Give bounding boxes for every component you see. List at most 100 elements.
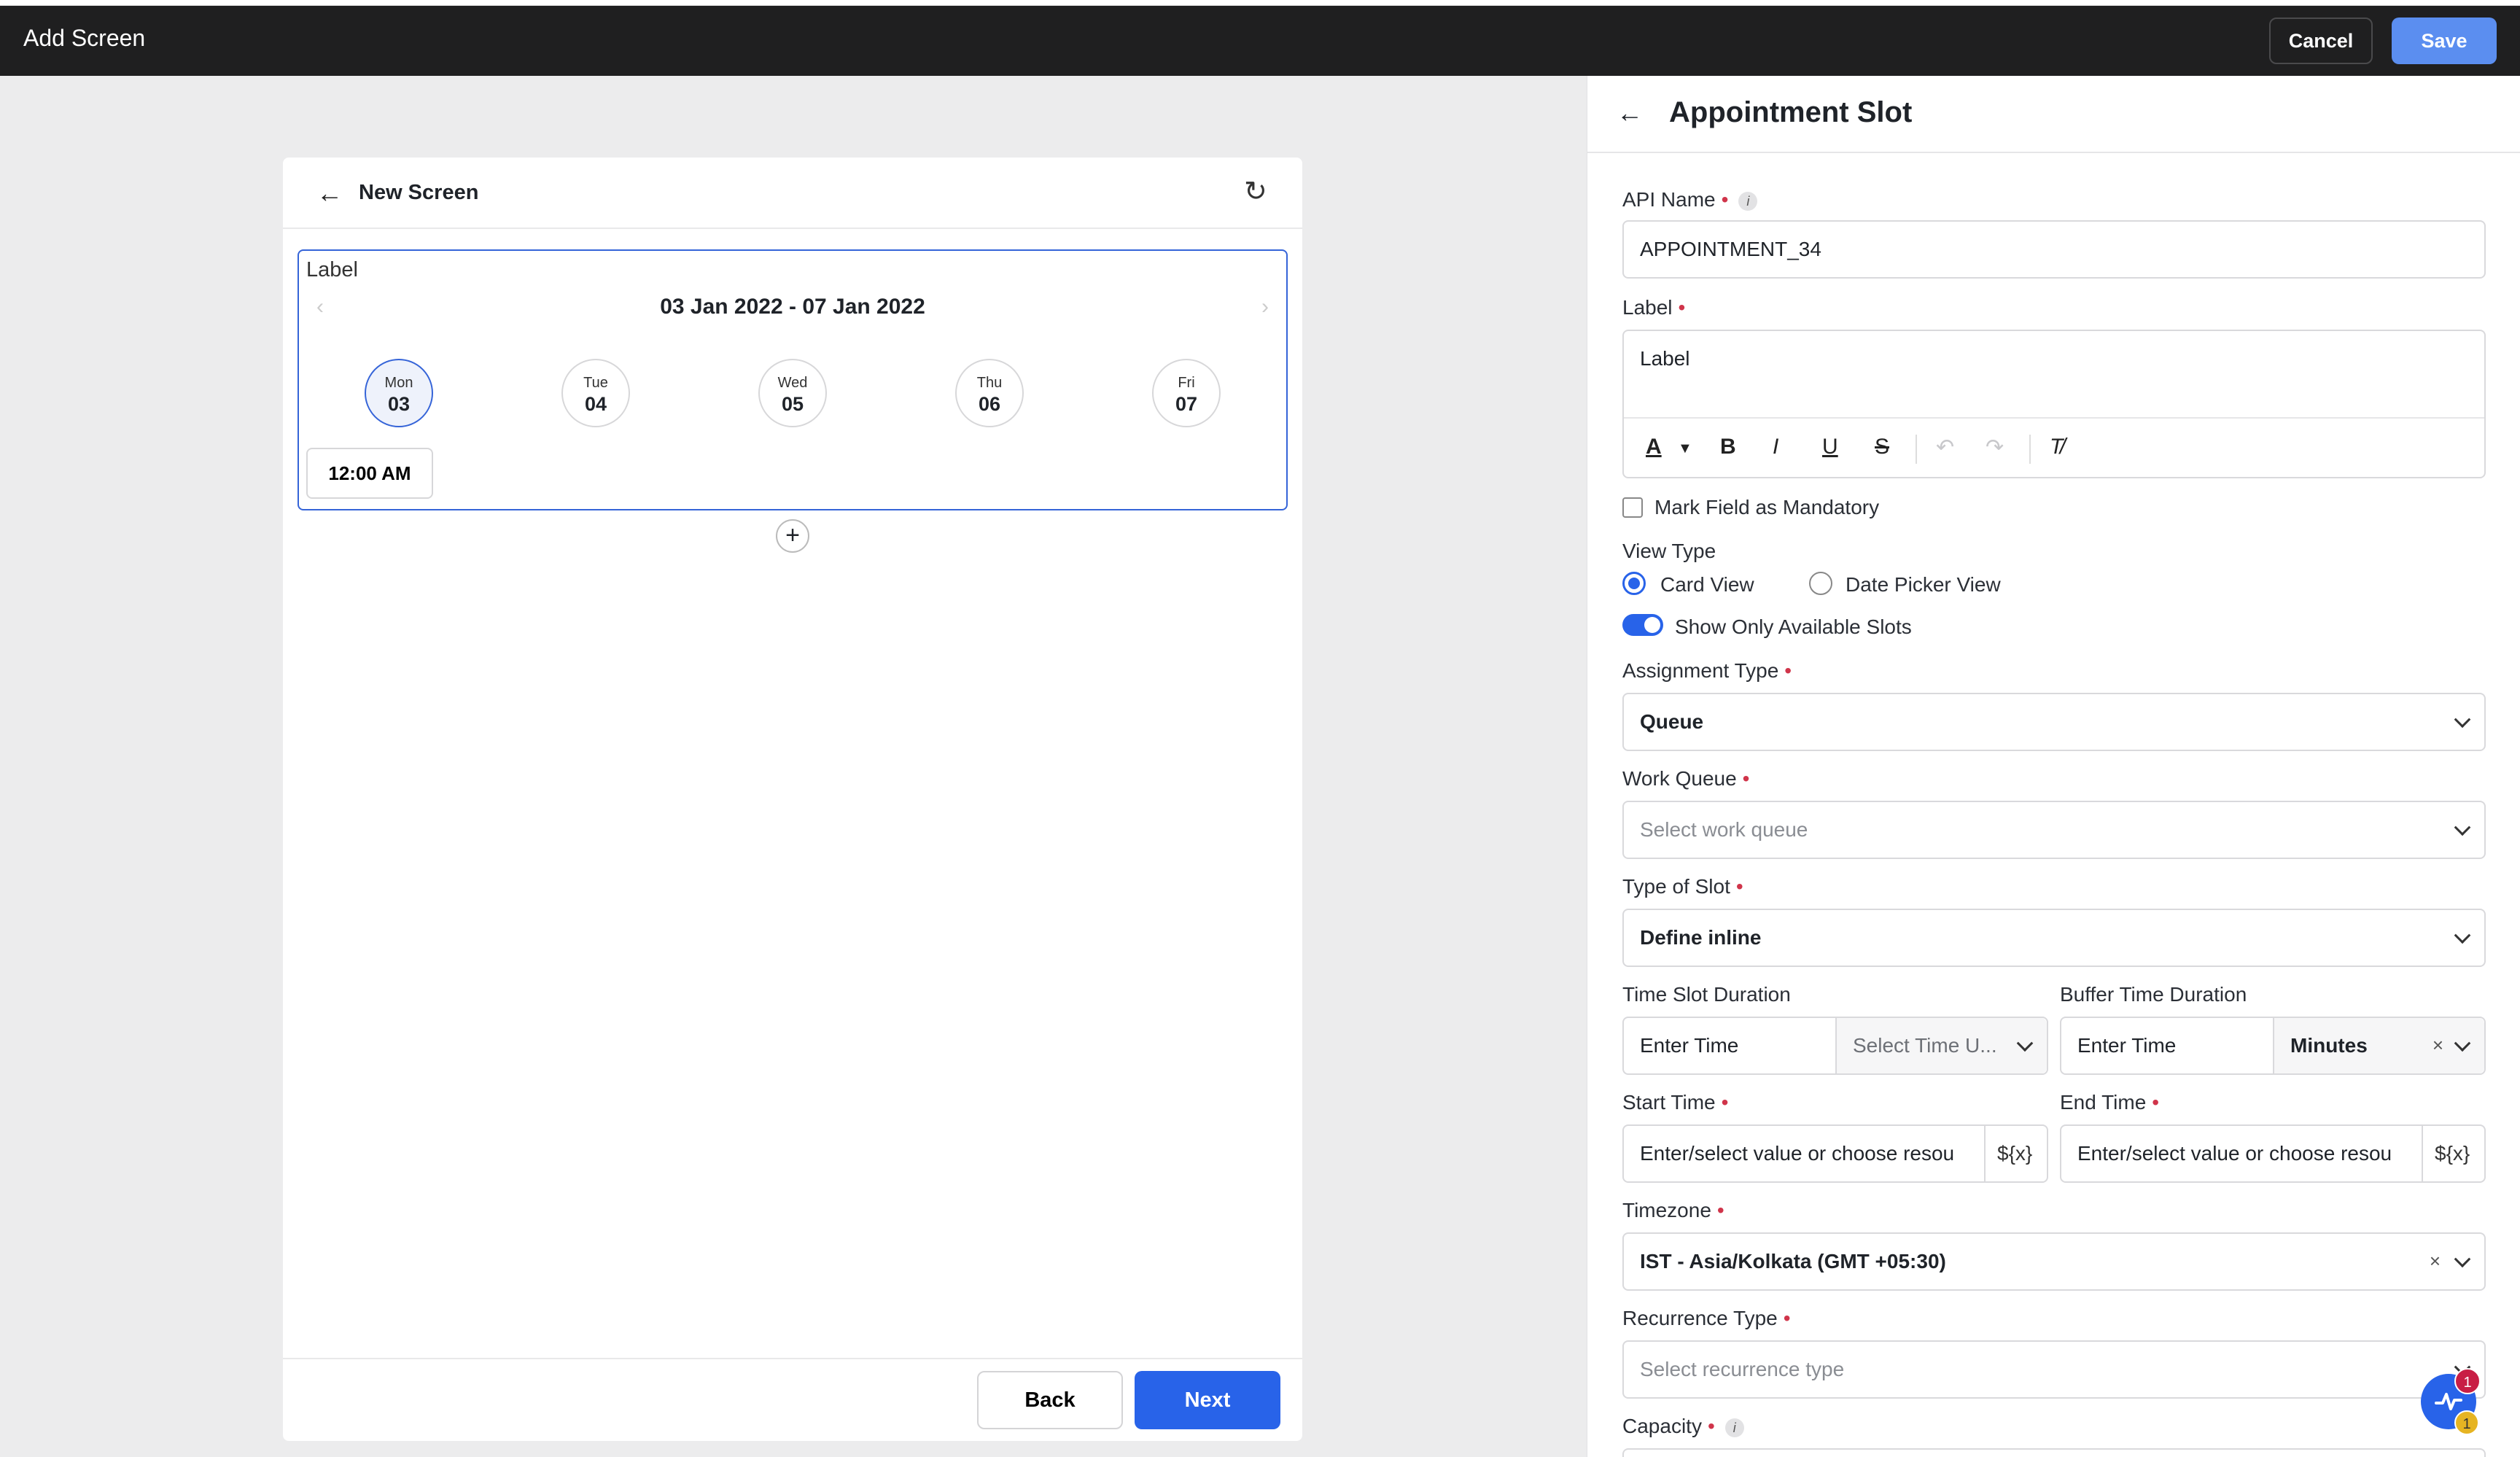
day-name: Wed bbox=[777, 375, 808, 391]
screen-preview-card: ← New Screen ↻ Label ‹ 03 Jan 2022 - 07 … bbox=[283, 158, 1302, 1441]
recurrence-type-label-text: Recurrence Type bbox=[1622, 1307, 1778, 1329]
work-queue-label: Work Queue • bbox=[1622, 767, 1749, 790]
buffer-time-duration-group: Enter Time Minutes × bbox=[2060, 1017, 2486, 1075]
start-time-variable-button[interactable]: ${x} bbox=[1986, 1126, 2047, 1181]
clear-icon[interactable]: × bbox=[2432, 1034, 2443, 1057]
editor-toolbar: A ▼ B I U S ↶ ↷ T̸ bbox=[1624, 417, 2484, 478]
buffer-time-duration-label: Buffer Time Duration bbox=[2060, 983, 2247, 1006]
day-tue[interactable]: Tue 04 bbox=[561, 359, 630, 427]
time-slot-unit-select[interactable]: Select Time U... bbox=[1837, 1018, 2047, 1073]
time-slot-button[interactable]: 12:00 AM bbox=[306, 448, 433, 499]
timezone-label-text: Timezone bbox=[1622, 1199, 1711, 1221]
chevron-down-icon bbox=[2454, 819, 2471, 836]
refresh-icon[interactable]: ↻ bbox=[1244, 175, 1267, 208]
show-available-toggle[interactable] bbox=[1622, 614, 1663, 636]
required-marker: • bbox=[1742, 767, 1750, 790]
label-editor-value: Label bbox=[1640, 347, 1690, 370]
work-queue-label-text: Work Queue bbox=[1622, 767, 1737, 790]
italic-icon[interactable]: I bbox=[1773, 435, 1778, 459]
start-time-input[interactable]: Enter/select value or choose resou bbox=[1624, 1126, 1984, 1181]
back-arrow-icon[interactable]: ← bbox=[1617, 98, 1643, 128]
end-time-label: End Time • bbox=[2060, 1091, 2159, 1114]
card-view-radio[interactable] bbox=[1622, 572, 1646, 595]
time-slot-duration-label: Time Slot Duration bbox=[1622, 983, 1791, 1006]
start-time-placeholder: Enter/select value or choose resou bbox=[1640, 1142, 1955, 1165]
day-fri[interactable]: Fri 07 bbox=[1152, 359, 1221, 427]
type-of-slot-select[interactable]: Define inline bbox=[1622, 909, 2486, 967]
day-thu[interactable]: Thu 06 bbox=[955, 359, 1024, 427]
api-name-value: APPOINTMENT_34 bbox=[1640, 238, 1821, 260]
api-name-input[interactable]: APPOINTMENT_34 bbox=[1622, 220, 2486, 279]
footer-divider bbox=[283, 1358, 1302, 1359]
type-of-slot-label: Type of Slot • bbox=[1622, 875, 1743, 898]
date-picker-view-radio[interactable] bbox=[1809, 572, 1832, 595]
undo-icon[interactable]: ↶ bbox=[1936, 435, 1954, 460]
underline-icon[interactable]: U bbox=[1822, 435, 1838, 459]
work-queue-select[interactable]: Select work queue bbox=[1622, 801, 2486, 859]
day-name: Mon bbox=[384, 375, 413, 391]
required-marker: • bbox=[1735, 875, 1743, 898]
panel-title: Appointment Slot bbox=[1669, 96, 1913, 128]
chevron-right-icon[interactable]: › bbox=[1261, 295, 1269, 319]
page-title: Add Screen bbox=[23, 25, 146, 51]
cancel-button[interactable]: Cancel bbox=[2269, 18, 2373, 64]
bold-icon[interactable]: B bbox=[1720, 435, 1736, 459]
back-button[interactable]: Back bbox=[977, 1371, 1123, 1429]
label-rich-text-editor[interactable]: Label A ▼ B I U S ↶ ↷ T̸ bbox=[1622, 330, 2486, 478]
next-button[interactable]: Next bbox=[1135, 1371, 1280, 1429]
panel-header: ← Appointment Slot bbox=[1587, 76, 2520, 153]
assignment-type-select[interactable]: Queue bbox=[1622, 693, 2486, 751]
buffer-unit-select[interactable]: Minutes × bbox=[2274, 1018, 2484, 1073]
api-name-label: API Name • i bbox=[1622, 188, 1758, 211]
timezone-value: IST - Asia/Kolkata (GMT +05:30) bbox=[1640, 1250, 1946, 1273]
day-date: 07 bbox=[1175, 393, 1198, 415]
view-type-label: View Type bbox=[1622, 540, 1716, 562]
day-date: 04 bbox=[584, 393, 607, 415]
chevron-down-icon bbox=[2454, 927, 2471, 944]
back-arrow-icon[interactable]: ← bbox=[316, 178, 343, 209]
variable-icon: ${x} bbox=[2435, 1142, 2470, 1165]
time-slot-duration-input[interactable]: Enter Time bbox=[1624, 1018, 1835, 1073]
mandatory-label: Mark Field as Mandatory bbox=[1654, 496, 1880, 518]
info-icon[interactable]: i bbox=[1724, 1418, 1744, 1437]
screen-header: ← New Screen ↻ bbox=[283, 158, 1302, 229]
mandatory-checkbox[interactable] bbox=[1622, 497, 1643, 518]
buffer-time-input[interactable]: Enter Time bbox=[2061, 1018, 2273, 1073]
required-marker: • bbox=[1707, 1415, 1715, 1437]
day-mon[interactable]: Mon 03 bbox=[365, 359, 433, 427]
clear-format-icon[interactable]: T̸ bbox=[2050, 435, 2063, 459]
day-name: Fri bbox=[1178, 375, 1195, 391]
required-marker: • bbox=[2152, 1091, 2160, 1114]
assignment-type-value: Queue bbox=[1640, 710, 1704, 733]
text-color-icon[interactable]: A bbox=[1646, 435, 1662, 459]
save-button[interactable]: Save bbox=[2392, 18, 2497, 64]
clear-icon[interactable]: × bbox=[2430, 1250, 2441, 1273]
add-component-button[interactable]: + bbox=[776, 519, 809, 553]
capacity-label: Capacity • i bbox=[1622, 1415, 1744, 1438]
timezone-select[interactable]: IST - Asia/Kolkata (GMT +05:30) × bbox=[1622, 1232, 2486, 1291]
capacity-label-text: Capacity bbox=[1622, 1415, 1702, 1437]
day-date: 05 bbox=[781, 393, 804, 415]
date-picker-view-label: Date Picker View bbox=[1846, 573, 2001, 596]
date-range: 03 Jan 2022 - 07 Jan 2022 bbox=[660, 295, 925, 319]
notification-badge: 1 bbox=[2454, 1368, 2481, 1394]
start-time-label-text: Start Time bbox=[1622, 1091, 1716, 1114]
end-time-input[interactable]: Enter/select value or choose resou bbox=[2061, 1126, 2422, 1181]
day-wed[interactable]: Wed 05 bbox=[758, 359, 827, 427]
assignment-type-label-text: Assignment Type bbox=[1622, 659, 1779, 682]
time-slot-unit-placeholder: Select Time U... bbox=[1853, 1034, 1997, 1057]
recurrence-type-select[interactable]: Select recurrence type bbox=[1622, 1340, 2486, 1399]
type-of-slot-value: Define inline bbox=[1640, 926, 1762, 949]
day-name: Thu bbox=[976, 375, 1003, 391]
work-queue-placeholder: Select work queue bbox=[1640, 818, 1808, 841]
strikethrough-icon[interactable]: S bbox=[1875, 435, 1889, 459]
appointment-slot-widget[interactable]: Label ‹ 03 Jan 2022 - 07 Jan 2022 › Mon … bbox=[298, 249, 1288, 510]
caret-down-icon[interactable]: ▼ bbox=[1678, 440, 1692, 457]
capacity-input[interactable] bbox=[1622, 1448, 2486, 1457]
end-time-variable-button[interactable]: ${x} bbox=[2423, 1126, 2484, 1181]
redo-icon[interactable]: ↷ bbox=[1986, 435, 2004, 460]
info-icon[interactable]: i bbox=[1738, 191, 1758, 211]
end-time-group: Enter/select value or choose resou ${x} bbox=[2060, 1124, 2486, 1183]
screen-title: New Screen bbox=[359, 181, 479, 204]
assignment-type-label: Assignment Type • bbox=[1622, 659, 1792, 683]
